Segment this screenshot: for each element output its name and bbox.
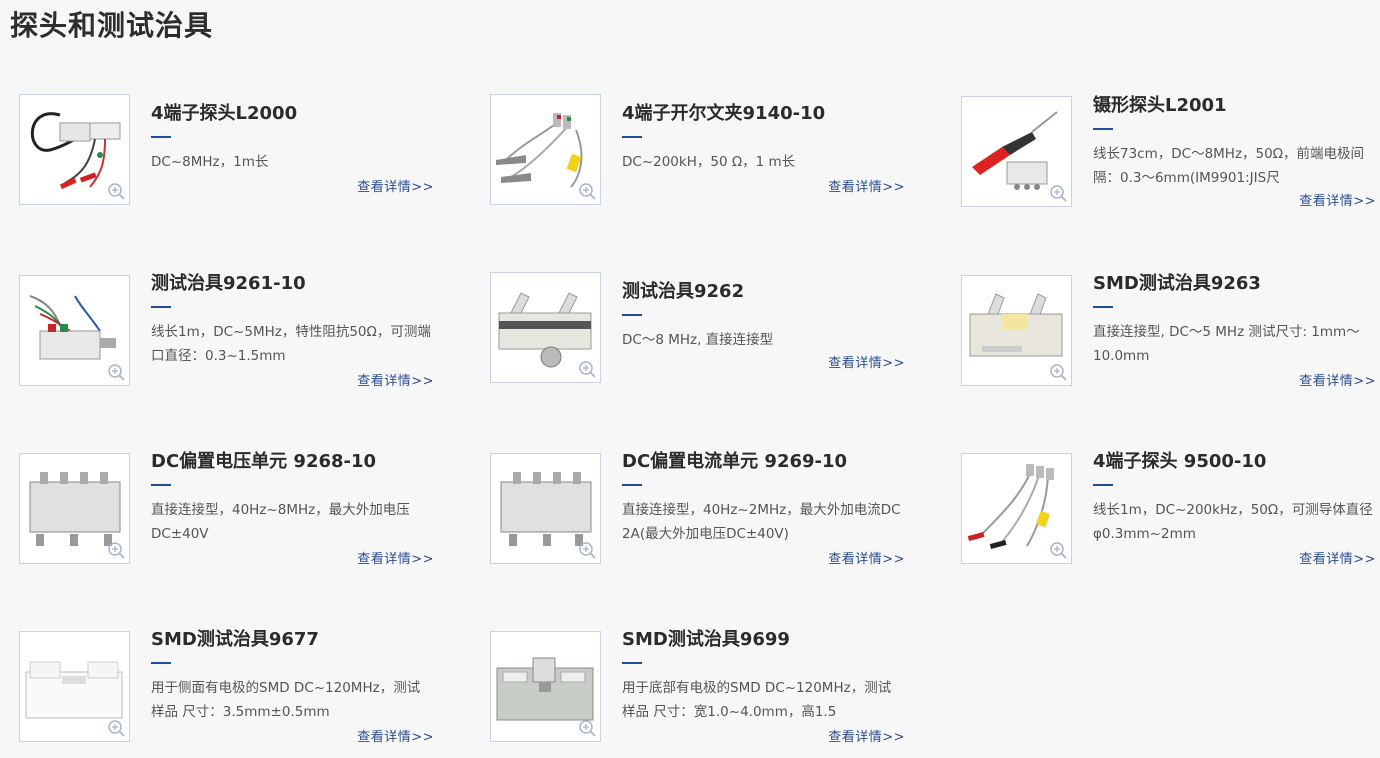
accent-bar [622, 136, 642, 138]
product-name[interactable]: 测试治具9261-10 [151, 272, 433, 296]
accent-bar [1093, 484, 1113, 486]
product-desc: 线长1m，DC~5MHz，特性阻抗50Ω，可测端口直径：0.3~1.5mm [151, 324, 431, 364]
zoom-icon[interactable] [1049, 184, 1067, 202]
product-name[interactable]: 4端子探头L2000 [151, 102, 433, 126]
product-desc: 直接连接型，40Hz~8MHz，最大外加电压DC±40V [151, 502, 410, 542]
product-info: SMD测试治具9699 用于底部有电极的SMD DC~120MHz，测试样品 尺… [622, 628, 904, 724]
zoom-icon[interactable] [1049, 541, 1067, 559]
view-details-link[interactable]: 查看详情>> [828, 352, 905, 371]
product-image[interactable] [961, 275, 1072, 386]
product-desc: 直接连接型, DC～5 MHz 测试尺寸: 1mm～10.0mm [1093, 324, 1360, 364]
view-details-link[interactable]: 查看详情>> [1299, 548, 1376, 567]
accent-bar [622, 484, 642, 486]
view-details-link[interactable]: 查看详情>> [357, 548, 434, 567]
zoom-icon[interactable] [107, 541, 125, 559]
accent-bar [151, 136, 171, 138]
product-info: SMD测试治具9677 用于侧面有电极的SMD DC~120MHz，测试样品 尺… [151, 628, 433, 724]
product-name[interactable]: 4端子探头 9500-10 [1093, 450, 1375, 474]
product-desc: 用于底部有电极的SMD DC~120MHz，测试样品 尺寸：宽1.0~4.0mm… [622, 680, 892, 720]
product-info: 测试治具9261-10 线长1m，DC~5MHz，特性阻抗50Ω，可测端口直径：… [151, 272, 433, 368]
accent-bar [151, 484, 171, 486]
product-card: 测试治具9262 DC～8 MHz, 直接连接型 查看详情>> [490, 272, 905, 402]
zoom-icon[interactable] [578, 541, 596, 559]
product-card: 4端子开尔文夹9140-10 DC~200kH，50 Ω，1 m长 查看详情>> [490, 94, 905, 224]
product-info: DC偏置电压单元 9268-10 直接连接型，40Hz~8MHz，最大外加电压D… [151, 450, 433, 546]
view-details-link[interactable]: 查看详情>> [828, 726, 905, 745]
product-name[interactable]: DC偏置电压单元 9268-10 [151, 450, 433, 474]
accent-bar [151, 306, 171, 308]
product-image[interactable] [19, 453, 130, 564]
product-desc: 线长73cm，DC～8MHz，50Ω，前端电极间隔：0.3～6mm(IM9901… [1093, 146, 1365, 186]
product-image[interactable] [490, 631, 601, 742]
product-image[interactable] [490, 453, 601, 564]
zoom-icon[interactable] [578, 360, 596, 378]
accent-bar [1093, 306, 1113, 308]
product-info: 镊形探头L2001 线长73cm，DC～8MHz，50Ω，前端电极间隔：0.3～… [1093, 94, 1375, 190]
product-card: DC偏置电流单元 9269-10 直接连接型，40Hz~2MHz，最大外加电流D… [490, 450, 905, 583]
product-image[interactable] [961, 96, 1072, 207]
product-card: 测试治具9261-10 线长1m，DC~5MHz，特性阻抗50Ω，可测端口直径：… [19, 272, 434, 405]
accent-bar [1093, 128, 1113, 130]
product-card: 4端子探头 9500-10 线长1m，DC~200kHz，50Ω，可测导体直径φ… [961, 450, 1376, 583]
product-grid: 4端子探头L2000 DC~8MHz，1m长 查看详情>> 4端子开尔文夹914… [0, 0, 1380, 758]
product-name[interactable]: SMD测试治具9699 [622, 628, 904, 652]
product-image[interactable] [961, 453, 1072, 564]
product-desc: 直接连接型，40Hz~2MHz，最大外加电流DC 2A(最大外加电压DC±40V… [622, 502, 901, 542]
product-name[interactable]: 测试治具9262 [622, 280, 904, 304]
view-details-link[interactable]: 查看详情>> [1299, 370, 1376, 389]
product-image[interactable] [490, 272, 601, 383]
zoom-icon[interactable] [578, 719, 596, 737]
view-details-link[interactable]: 查看详情>> [357, 726, 434, 745]
product-desc: 用于侧面有电极的SMD DC~120MHz，测试样品 尺寸：3.5mm±0.5m… [151, 680, 421, 720]
zoom-icon[interactable] [107, 182, 125, 200]
product-desc: 线长1m，DC~200kHz，50Ω，可测导体直径φ0.3mm~2mm [1093, 502, 1373, 542]
zoom-icon[interactable] [1049, 363, 1067, 381]
product-info: SMD测试治具9263 直接连接型, DC～5 MHz 测试尺寸: 1mm～10… [1093, 272, 1375, 368]
product-name[interactable]: 4端子开尔文夹9140-10 [622, 102, 904, 126]
product-name[interactable]: SMD测试治具9677 [151, 628, 433, 652]
zoom-icon[interactable] [107, 363, 125, 381]
product-card: 镊形探头L2001 线长73cm，DC～8MHz，50Ω，前端电极间隔：0.3～… [961, 92, 1376, 222]
accent-bar [622, 314, 642, 316]
accent-bar [151, 662, 171, 664]
accent-bar [622, 662, 642, 664]
product-name[interactable]: DC偏置电流单元 9269-10 [622, 450, 904, 474]
product-card: SMD测试治具9677 用于侧面有电极的SMD DC~120MHz，测试样品 尺… [19, 628, 434, 758]
product-card: SMD测试治具9699 用于底部有电极的SMD DC~120MHz，测试样品 尺… [490, 628, 905, 758]
view-details-link[interactable]: 查看详情>> [828, 176, 905, 195]
view-details-link[interactable]: 查看详情>> [828, 548, 905, 567]
product-image[interactable] [19, 631, 130, 742]
product-name[interactable]: 镊形探头L2001 [1093, 94, 1375, 118]
product-info: 4端子探头 9500-10 线长1m，DC~200kHz，50Ω，可测导体直径φ… [1093, 450, 1375, 546]
product-card: SMD测试治具9263 直接连接型, DC～5 MHz 测试尺寸: 1mm～10… [961, 272, 1376, 405]
product-card: 4端子探头L2000 DC~8MHz，1m长 查看详情>> [19, 94, 434, 224]
view-details-link[interactable]: 查看详情>> [357, 176, 434, 195]
product-image[interactable] [19, 275, 130, 386]
view-details-link[interactable]: 查看详情>> [1299, 190, 1376, 209]
product-image[interactable] [19, 94, 130, 205]
product-card: DC偏置电压单元 9268-10 直接连接型，40Hz~8MHz，最大外加电压D… [19, 450, 434, 583]
product-name[interactable]: SMD测试治具9263 [1093, 272, 1375, 296]
view-details-link[interactable]: 查看详情>> [357, 370, 434, 389]
product-image[interactable] [490, 94, 601, 205]
zoom-icon[interactable] [578, 182, 596, 200]
zoom-icon[interactable] [107, 719, 125, 737]
product-info: DC偏置电流单元 9269-10 直接连接型，40Hz~2MHz，最大外加电流D… [622, 450, 904, 546]
